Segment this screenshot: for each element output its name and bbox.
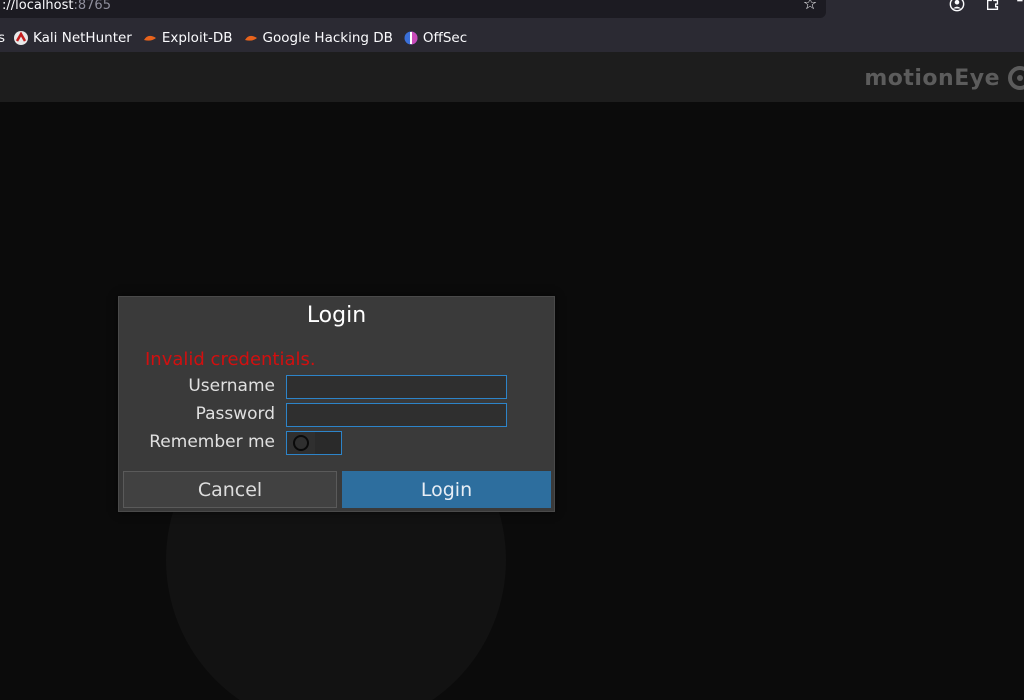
cancel-button[interactable]: Cancel [123,471,337,508]
remember-me-toggle[interactable] [286,431,342,455]
motioneye-logo-icon [1008,66,1024,90]
password-label: Password [195,404,275,424]
bookmark-kali-nethunter[interactable]: Kali NetHunter [13,30,132,46]
login-button[interactable]: Login [342,471,551,508]
bookmark-cut[interactable]: s [0,30,5,46]
address-bar[interactable]: ://localhost:8765 [0,0,826,18]
toggle-knob [293,435,309,451]
username-label: Username [188,376,275,396]
menu-icon[interactable] [1014,0,1024,12]
exploit-db-icon [143,35,156,41]
toggle-track [287,432,315,454]
password-input[interactable] [286,403,507,427]
account-icon[interactable] [948,0,966,12]
bookmark-google-hacking-db[interactable]: Google Hacking DB [243,30,393,46]
bookmark-label: OffSec [422,30,468,46]
url-host: ://localhost [2,0,74,13]
bookmark-label: Google Hacking DB [262,30,393,46]
username-input[interactable] [286,375,507,399]
login-dialog: Login Invalid credentials. Username Pass… [118,296,555,512]
bookmark-label: Kali NetHunter [33,30,132,46]
bookmarks-bar: s Kali NetHunter Exploit-DB Google Hacki… [0,26,1024,50]
offsec-icon [404,31,418,45]
browser-toolbar: ://localhost:8765 ☆ s Kali NetHunter Exp… [0,0,1024,52]
extensions-icon[interactable] [984,0,1002,12]
kali-nethunter-icon [14,31,29,45]
bookmark-star-icon[interactable]: ☆ [800,0,820,14]
brand-title: motionEye [864,66,1000,91]
app-header: motionEye [0,52,1024,102]
bookmark-offsec[interactable]: OffSec [403,30,467,46]
bookmark-label: Exploit-DB [161,30,233,46]
bookmark-exploit-db[interactable]: Exploit-DB [142,30,233,46]
dialog-title: Login [306,303,367,328]
url-port: :8765 [73,0,111,13]
error-message: Invalid credentials. [145,349,316,370]
google-hacking-db-icon [244,35,257,41]
remember-me-label: Remember me [149,432,275,452]
